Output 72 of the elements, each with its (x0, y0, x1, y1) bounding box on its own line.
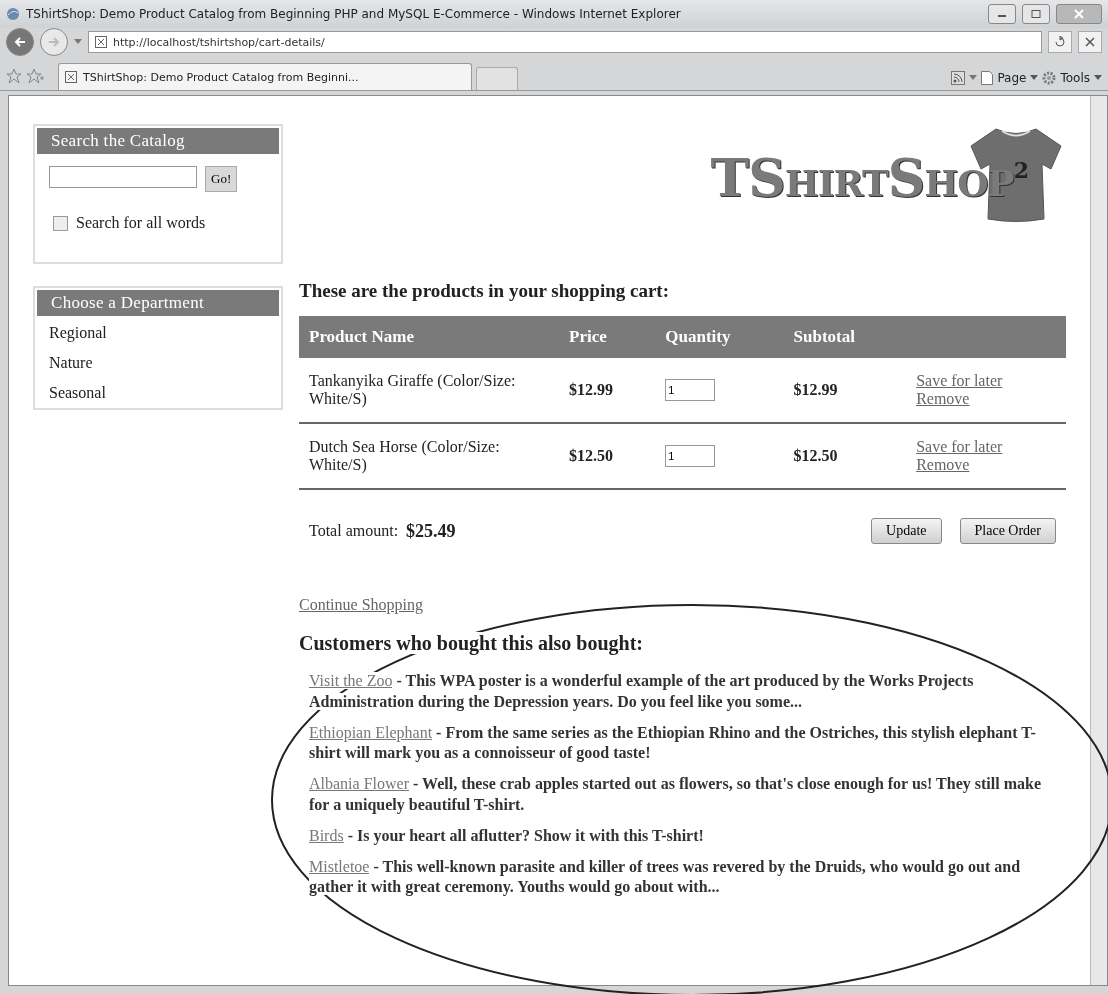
command-menu[interactable]: Page (997, 71, 1027, 85)
subtotal-text: $12.50 (793, 447, 838, 464)
search-field[interactable] (49, 166, 197, 188)
scrollbar[interactable] (1090, 96, 1107, 985)
subtotal-text: $12.99 (793, 381, 838, 398)
go-button[interactable]: Go! (205, 166, 238, 192)
quantity-field[interactable]: 1 (665, 445, 716, 467)
page-icon (95, 36, 107, 48)
dropdown-icon[interactable] (74, 39, 82, 45)
close-button[interactable] (1056, 4, 1102, 24)
total-label: Total amount: (309, 522, 399, 540)
column-header: Price (559, 316, 656, 358)
new-tab-button[interactable] (476, 67, 518, 90)
product-link[interactable]: Albania Flower (309, 775, 409, 793)
page-icon (981, 71, 994, 85)
cart-action-link[interactable]: Remove (916, 390, 1056, 408)
back-arrow-icon (14, 36, 26, 48)
page-icon (65, 71, 77, 83)
stop-button[interactable] (1078, 31, 1102, 53)
recommendations-heading: Customers who bought this also bought: (299, 632, 643, 654)
add-favorite-icon[interactable] (26, 68, 44, 84)
product-link[interactable]: Mistletoe (309, 857, 370, 875)
forward-button[interactable] (40, 28, 68, 56)
price-text: $12.99 (569, 381, 613, 398)
star-icon[interactable] (6, 68, 22, 84)
minimize-button[interactable] (988, 4, 1016, 24)
checkbox[interactable] (53, 215, 68, 231)
product-name: Dutch Sea Horse (Color/Size: White/S) (309, 438, 501, 474)
product-link[interactable]: Birds (309, 826, 344, 844)
cart-action-link[interactable]: Save for later (916, 438, 1056, 456)
product-name: Tankanyika Giraffe (Color/Size: White/S) (309, 372, 517, 408)
address-field[interactable]: http://localhost/tshirtshop/cart-details/ (88, 31, 1042, 53)
close-icon (1074, 9, 1084, 19)
dropdown-icon[interactable] (1094, 75, 1102, 81)
refresh-button[interactable] (1048, 31, 1072, 53)
url-text: http://localhost/tshirtshop/cart-details/ (113, 35, 325, 49)
browser-icon (6, 7, 20, 21)
continue-shopping-link[interactable]: Continue Shopping (299, 596, 423, 613)
department-link[interactable]: Seasonal (35, 378, 281, 408)
total-amount: $25.49 (406, 520, 456, 542)
maximize-button[interactable] (1022, 4, 1050, 24)
department-link[interactable]: Regional (35, 318, 281, 348)
gear-icon (1042, 71, 1057, 85)
feed-icon[interactable] (951, 71, 966, 85)
product-suggestion: Albania Flower - Well, these crab apples started out as flowers, so that's close enough for us! They still make for a uniquely beautiful T-shirt. (308, 774, 1042, 816)
refresh-icon (1054, 36, 1066, 48)
product-link[interactable]: Visit the Zoo (309, 672, 393, 689)
command-menu[interactable]: Tools (1060, 71, 1090, 85)
quantity-field[interactable]: 1 (665, 379, 716, 401)
maximize-icon (1031, 10, 1041, 18)
column-header: Subtotal (783, 316, 907, 358)
window-title: TShirtShop: Demo Product Catalog from Beginning PHP and MySQL E-Commerce - Windows Internet Explorer (26, 7, 682, 21)
close-icon (1085, 37, 1095, 47)
price-text: $12.50 (569, 447, 613, 464)
back-button[interactable] (6, 28, 34, 56)
browser-tab[interactable]: TShirtShop: Demo Product Catalog from Beginni... (58, 63, 472, 90)
panel-title: Choose a Department (37, 290, 279, 316)
column-header: Quantity (655, 316, 784, 358)
cart-action-link[interactable]: Save for later (916, 372, 1056, 390)
dropdown-icon[interactable] (969, 75, 978, 81)
column-header: Product Name (299, 316, 559, 358)
dropdown-icon[interactable] (1030, 75, 1039, 81)
product-suggestion: Visit the Zoo - This WPA poster is a wonderful example of the art produced by the Works Projects Administration during the Depression years. Do you feel like you some... (308, 671, 975, 713)
forward-arrow-icon (48, 36, 60, 48)
cart-button[interactable]: Place Order (959, 518, 1056, 544)
checkbox-label: Search for all words (76, 214, 206, 232)
department-link[interactable]: Nature (35, 348, 281, 378)
cart-button[interactable]: Update (871, 518, 942, 544)
product-link[interactable]: Ethiopian Elephant (309, 723, 433, 741)
panel-title: Search the Catalog (37, 128, 279, 154)
cart-heading: These are the products in your shopping cart: (299, 280, 670, 302)
cart-action-link[interactable]: Remove (916, 456, 1056, 474)
